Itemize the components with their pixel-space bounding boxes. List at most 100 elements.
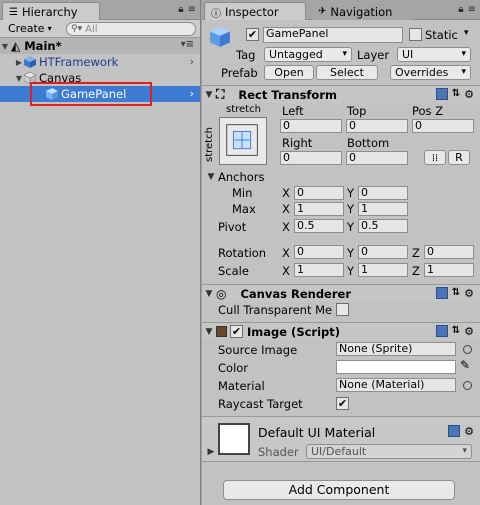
help-book-icon[interactable] xyxy=(435,88,448,100)
preset-icon[interactable]: ⇅ xyxy=(452,287,460,300)
scale-y-field[interactable]: 1 xyxy=(358,263,408,277)
more-menu-icon[interactable]: ≡ xyxy=(468,4,476,15)
component-tools: ⇅ ⚙ xyxy=(435,88,474,101)
image-script-header[interactable]: ▼ ✔ Image (Script) ⇅ ⚙ xyxy=(202,322,480,340)
search-placeholder: All xyxy=(85,23,98,35)
settings-gear-icon[interactable]: ⚙ xyxy=(464,88,474,101)
help-book-icon[interactable] xyxy=(435,325,448,337)
anchor-min-y-field[interactable]: 0 xyxy=(358,186,408,200)
stretch-label-side: stretch xyxy=(204,127,215,162)
layer-dropdown[interactable]: UI xyxy=(397,47,471,62)
tag-dropdown[interactable]: Untagged xyxy=(264,47,352,62)
hierarchy-search-input[interactable]: ⚲▾ All xyxy=(66,22,196,36)
expand-down-icon[interactable]: ▼ xyxy=(14,74,24,83)
pivot-x-label: X xyxy=(282,220,290,234)
source-image-field[interactable]: None (Sprite) xyxy=(336,342,456,356)
help-book-icon[interactable] xyxy=(448,425,461,437)
posz-label: Pos Z xyxy=(412,104,444,118)
canvas-renderer-header[interactable]: ▼ ◎ Canvas Renderer ⇅ ⚙ xyxy=(202,284,480,302)
blueprint-mode-button[interactable]: ⁞⁞ xyxy=(424,150,446,165)
rotation-z-field[interactable]: 0 xyxy=(424,245,474,259)
source-image-label: Source Image xyxy=(218,343,298,357)
preset-icon[interactable]: ⇅ xyxy=(452,325,460,338)
canvas-renderer-title: Canvas Renderer xyxy=(240,286,351,301)
rotation-x-field[interactable]: 0 xyxy=(294,245,344,259)
left-field[interactable]: 0 xyxy=(280,119,342,133)
anchor-max-y-field[interactable]: 1 xyxy=(358,202,408,216)
lock-icon[interactable]: 🔒︎ xyxy=(458,4,463,15)
left-label: Left xyxy=(282,104,304,118)
anchors-fold-icon[interactable]: ▼ xyxy=(204,172,218,182)
image-enabled-checkbox[interactable]: ✔ xyxy=(230,325,243,338)
raycast-target-checkbox[interactable]: ✔ xyxy=(336,397,349,410)
object-picker-icon[interactable] xyxy=(463,381,472,390)
right-field[interactable]: 0 xyxy=(280,151,342,165)
pivot-x-field[interactable]: 0.5 xyxy=(294,219,344,233)
lock-icon[interactable]: 🔒︎ xyxy=(178,4,183,15)
settings-gear-icon[interactable]: ⚙ xyxy=(464,425,474,438)
canvas-renderer-icon: ◎ xyxy=(216,286,227,301)
hierarchy-item-htframework[interactable]: ▶ HTFramework › xyxy=(0,54,200,70)
min-x-label: X xyxy=(282,186,290,200)
anchor-min-x-field[interactable]: 0 xyxy=(294,186,344,200)
prefab-select-button[interactable]: Select xyxy=(316,65,378,80)
static-dropdown-icon[interactable]: ▾ xyxy=(464,28,469,38)
fold-right-icon[interactable]: ▶ xyxy=(204,447,218,457)
scale-z-field[interactable]: 1 xyxy=(424,263,474,277)
object-picker-icon[interactable] xyxy=(463,345,472,354)
material-field[interactable]: None (Material) xyxy=(336,378,456,392)
fold-down-icon[interactable]: ▼ xyxy=(202,327,216,337)
tab-hierarchy[interactable]: ☰ Hierarchy xyxy=(2,2,100,20)
blueprint-icon: ⁞⁞ xyxy=(431,153,439,164)
bottom-field[interactable]: 0 xyxy=(346,151,408,165)
object-name-field[interactable]: GamePanel xyxy=(263,27,403,43)
add-component-button[interactable]: Add Component xyxy=(223,480,455,500)
preset-icon[interactable]: ⇅ xyxy=(452,88,460,101)
scene-menu-icon[interactable]: ▾≡ xyxy=(181,39,194,50)
prefab-cube-icon xyxy=(24,56,36,68)
chevron-right-icon[interactable]: › xyxy=(190,55,194,68)
more-menu-icon[interactable]: ≡ xyxy=(188,4,196,15)
create-button[interactable]: Create ▾ xyxy=(4,21,56,36)
color-swatch[interactable] xyxy=(336,360,456,374)
scene-row-main[interactable]: ▼ ◭ Main* ▾≡ xyxy=(0,38,200,54)
eyedropper-icon[interactable]: ✎ xyxy=(460,358,470,372)
pivot-y-field[interactable]: 0.5 xyxy=(358,219,408,233)
prefab-cube-icon xyxy=(210,27,230,47)
cull-transparent-checkbox[interactable] xyxy=(336,303,349,316)
rect-transform-header[interactable]: ▼ ⛶ Rect Transform ⇅ ⚙ xyxy=(202,85,480,103)
settings-gear-icon[interactable]: ⚙ xyxy=(464,325,474,338)
inspector-tabstrip: ⓘ Inspector ✈ Navigation 🔒︎ ≡ xyxy=(202,0,480,20)
active-checkbox[interactable]: ✔ xyxy=(246,28,259,41)
settings-gear-icon[interactable]: ⚙ xyxy=(464,287,474,300)
tab-inspector[interactable]: ⓘ Inspector xyxy=(204,2,306,20)
image-component-icon xyxy=(216,326,227,337)
prefab-open-button[interactable]: Open xyxy=(264,65,314,80)
component-tools: ⇅ ⚙ xyxy=(435,287,474,300)
chevron-right-icon[interactable]: › xyxy=(190,87,194,100)
overrides-dropdown[interactable]: Overrides xyxy=(390,65,471,80)
expand-right-icon[interactable]: ▶ xyxy=(14,58,24,67)
anchors-label: Anchors xyxy=(218,170,265,184)
anchor-presets-button[interactable] xyxy=(219,117,267,165)
raw-edit-button[interactable]: R xyxy=(448,150,470,165)
pivot-y-label: Y xyxy=(347,220,355,234)
scale-label: Scale xyxy=(218,264,249,278)
static-checkbox[interactable] xyxy=(409,28,422,41)
expand-down-icon[interactable]: ▼ xyxy=(0,42,10,51)
rot-y-label: Y xyxy=(347,246,355,260)
rot-z-label: Z xyxy=(412,246,420,260)
material-thumbnail xyxy=(218,423,250,455)
posz-field[interactable]: 0 xyxy=(412,119,474,133)
anchor-max-x-field[interactable]: 1 xyxy=(294,202,344,216)
inspector-tab-controls: 🔒︎ ≡ xyxy=(458,4,476,15)
scale-x-field[interactable]: 1 xyxy=(294,263,344,277)
fold-down-icon[interactable]: ▼ xyxy=(202,289,216,299)
fold-down-icon[interactable]: ▼ xyxy=(202,90,216,100)
tab-navigation[interactable]: ✈ Navigation xyxy=(312,2,412,20)
scale-x-label: X xyxy=(282,264,290,278)
top-field[interactable]: 0 xyxy=(346,119,408,133)
rotation-y-field[interactable]: 0 xyxy=(358,245,408,259)
help-book-icon[interactable] xyxy=(435,287,448,299)
shader-dropdown[interactable]: UI/Default xyxy=(306,444,472,459)
